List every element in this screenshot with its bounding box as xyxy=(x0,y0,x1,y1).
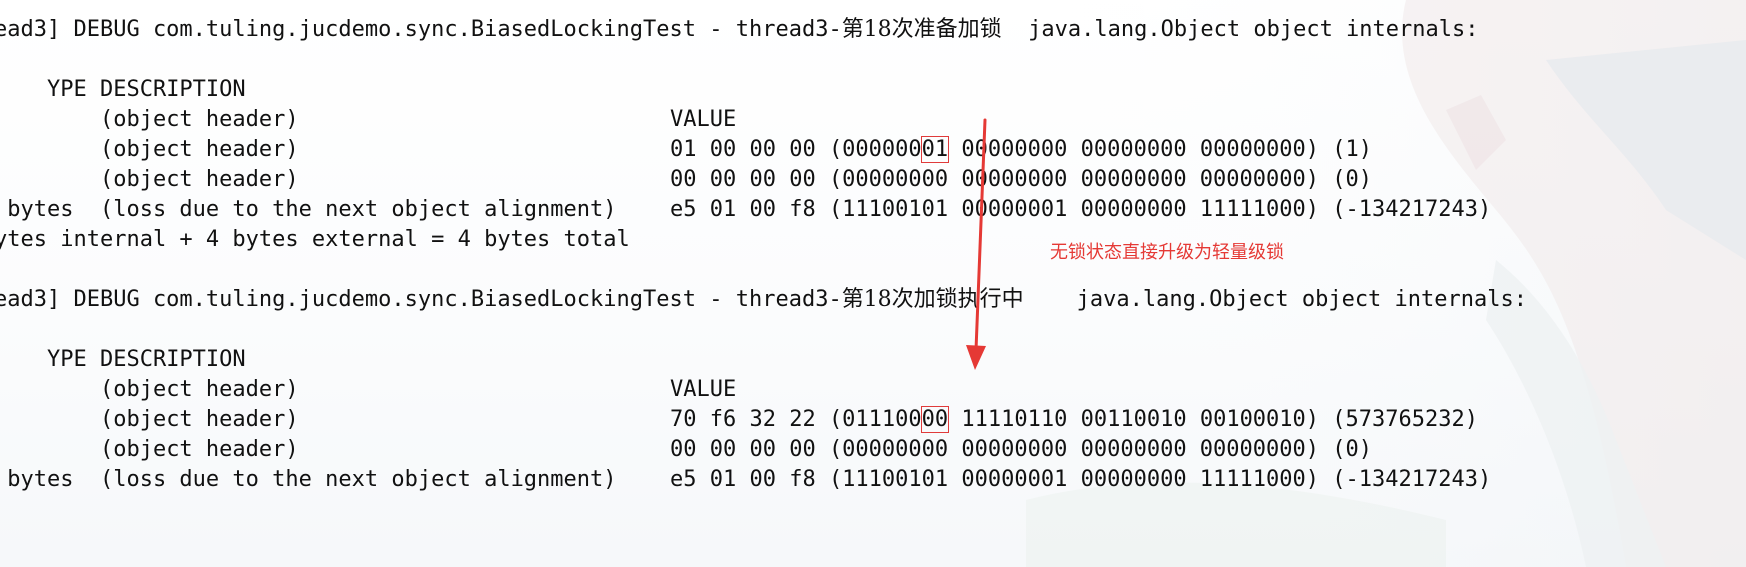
row-value: 00 00 00 00 (00000000 00000000 00000000 … xyxy=(670,167,1372,192)
table-row: (object header) 01 00 00 00 (00000001 00… xyxy=(0,75,1372,163)
instance-size-line: bytes xyxy=(0,467,74,492)
row-value: 00 00 00 00 (00000000 00000000 00000000 … xyxy=(670,437,1372,462)
annotation-label: 无锁状态直接升级为轻量级锁 xyxy=(1050,242,1284,263)
table-row: (loss due to the next object alignment) xyxy=(0,165,617,222)
log-line-block1: ead3] DEBUG com.tuling.jucdemo.sync.Bias… xyxy=(0,15,1479,45)
column-header-value: VALUE xyxy=(670,377,737,402)
column-header-value: VALUE xyxy=(670,107,737,132)
row-description: (loss due to the next object alignment) xyxy=(46,197,617,222)
table-row: (object header) e5 01 00 f8 (11100101 00… xyxy=(0,135,1491,222)
table-row: (object header) 00 00 00 00 (00000000 00… xyxy=(0,375,1372,462)
log-line-prefix: ead3] DEBUG com.tuling.jucdemo.sync.Bias… xyxy=(0,287,842,312)
space-losses-line: ytes internal + 4 bytes external = 4 byt… xyxy=(0,227,630,252)
row-value: 70 f6 32 22 (01110000 11110110 00110010 … xyxy=(670,406,1478,433)
highlighted-lock-bits: 01 xyxy=(920,136,950,163)
table-row: (object header) 00 00 00 00 (00000000 00… xyxy=(0,105,1372,192)
log-line-cjk: 第18次加锁执行中 xyxy=(841,287,1024,312)
table-header-row: YPE DESCRIPTION VALUE xyxy=(0,315,736,402)
row-description: (loss due to the next object alignment) xyxy=(46,467,617,492)
table-row: (object header) 70 f6 32 22 (01110000 11… xyxy=(0,345,1478,433)
instance-size-line: bytes xyxy=(0,197,74,222)
table-header-row: YPE DESCRIPTION VALUE xyxy=(0,45,736,132)
table-row: (object header) e5 01 00 f8 (11100101 00… xyxy=(0,405,1491,492)
log-line-cjk: 第18次准备加锁 xyxy=(841,17,1002,42)
console-output: ead3] DEBUG com.tuling.jucdemo.sync.Bias… xyxy=(0,15,1746,567)
highlighted-lock-bits: 00 xyxy=(920,406,950,433)
table-row: (loss due to the next object alignment) xyxy=(0,435,617,492)
row-value: e5 01 00 f8 (11100101 00000001 00000000 … xyxy=(670,197,1492,222)
row-value: 01 00 00 00 (00000001 00000000 00000000 … xyxy=(670,136,1373,163)
log-line-block2: ead3] DEBUG com.tuling.jucdemo.sync.Bias… xyxy=(0,285,1527,315)
row-value: e5 01 00 f8 (11100101 00000001 00000000 … xyxy=(670,467,1492,492)
log-line-prefix: ead3] DEBUG com.tuling.jucdemo.sync.Bias… xyxy=(0,17,842,42)
log-line-tail: java.lang.Object object internals: xyxy=(1023,287,1528,312)
log-line-tail: java.lang.Object object internals: xyxy=(1001,17,1479,42)
